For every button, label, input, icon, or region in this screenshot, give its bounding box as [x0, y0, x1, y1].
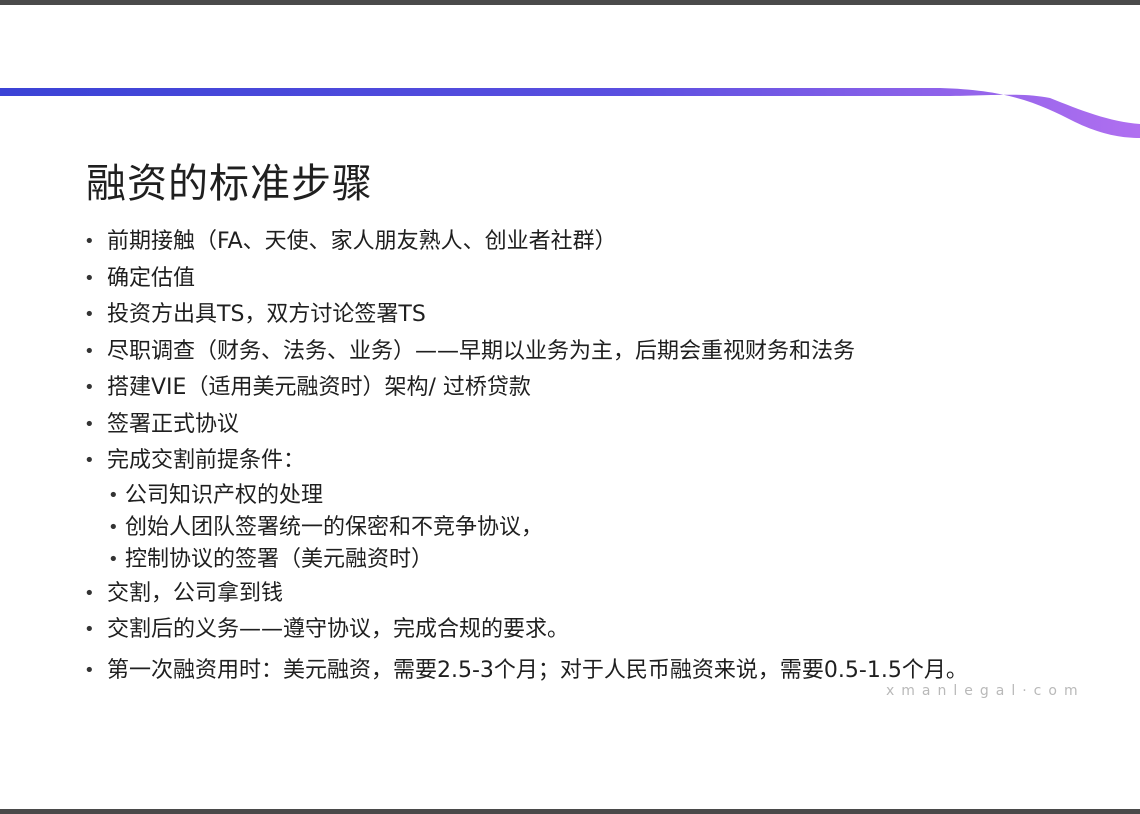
watermark: xmanlegal·com [886, 683, 1085, 699]
bullet-item: 前期接触（FA、天使、家人朋友熟人、创业者社群） [82, 224, 1072, 261]
sub-bullet-list: 公司知识产权的处理 创始人团队签署统一的保密和不竞争协议， 控制协议的签署（美元… [82, 480, 1072, 576]
bullet-list: 前期接触（FA、天使、家人朋友熟人、创业者社群） 确定估值 投资方出具TS，双方… [82, 224, 1072, 684]
bullet-item: 确定估值 [82, 261, 1072, 298]
bullet-item: 签署正式协议 [82, 407, 1072, 444]
bullet-item: 第一次融资用时：美元融资，需要2.5-3个月；对于人民币融资来说，需要0.5-1… [82, 657, 1047, 684]
bullet-item: 投资方出具TS，双方讨论签署TS [82, 297, 1072, 334]
slide-title: 融资的标准步骤 [86, 161, 373, 207]
bullet-item-with-subitems: 完成交割前提条件： 公司知识产权的处理 创始人团队签署统一的保密和不竞争协议， … [82, 443, 1072, 576]
bullet-item: 交割，公司拿到钱 [82, 576, 1072, 613]
bullet-item: 尽职调查（财务、法务、业务）——早期以业务为主，后期会重视财务和法务 [82, 334, 1072, 371]
sub-bullet-item: 创始人团队签署统一的保密和不竞争协议， [82, 512, 1072, 544]
top-border [0, 0, 1140, 5]
bullet-item: 交割后的义务——遵守协议，完成合规的要求。 [82, 612, 1072, 649]
header-wave-decoration [0, 88, 1140, 138]
bullet-item: 搭建VIE（适用美元融资时）架构/ 过桥贷款 [82, 370, 1072, 407]
sub-bullet-item: 公司知识产权的处理 [82, 480, 1072, 512]
bullet-item-label: 完成交割前提条件： [107, 448, 306, 473]
bottom-border [0, 809, 1140, 814]
sub-bullet-item: 控制协议的签署（美元融资时） [82, 544, 1072, 576]
